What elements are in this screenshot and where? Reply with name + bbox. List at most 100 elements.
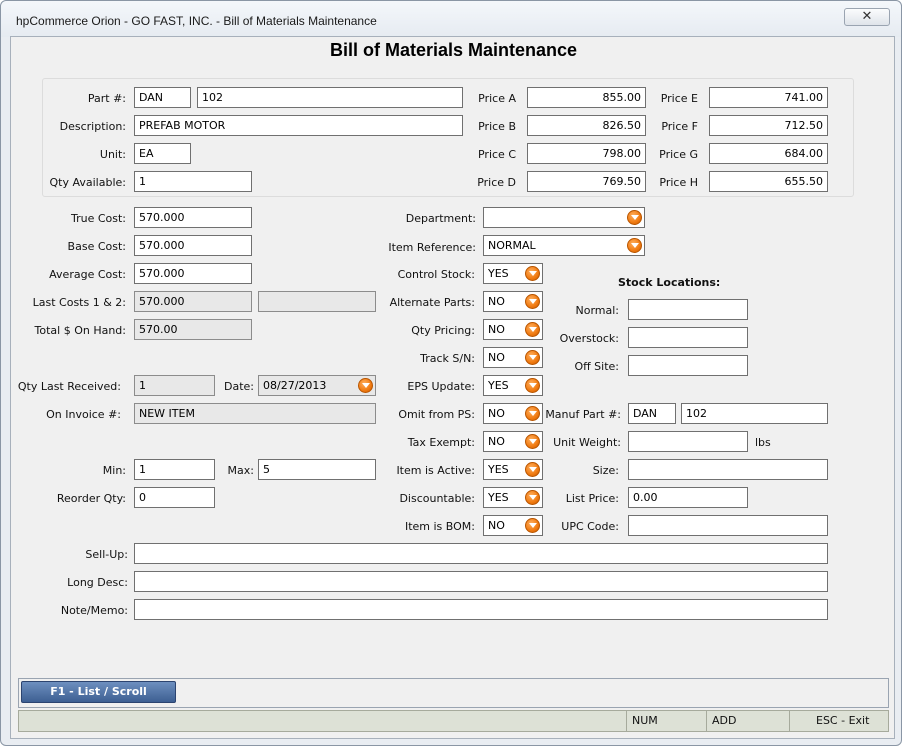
min-field[interactable]: 1 xyxy=(134,459,215,480)
alternate-parts-value: NO xyxy=(488,295,505,308)
normal-location-field[interactable] xyxy=(628,299,748,320)
price-d-field[interactable]: 769.50 xyxy=(527,171,646,192)
on-invoice-label: On Invoice #: xyxy=(46,408,121,421)
unit-weight-field[interactable] xyxy=(628,431,748,452)
price-e-label: Price E xyxy=(660,92,698,105)
qty-pricing-label: Qty Pricing: xyxy=(411,324,475,337)
off-site-location-field[interactable] xyxy=(628,355,748,376)
track-sn-dropdown-icon[interactable] xyxy=(525,350,540,365)
long-desc-field[interactable] xyxy=(134,571,828,592)
esc-exit-button[interactable]: ESC - Exit xyxy=(789,711,889,731)
tax-exempt-value: NO xyxy=(488,435,505,448)
price-c-field[interactable]: 798.00 xyxy=(527,143,646,164)
description-field[interactable]: PREFAB MOTOR xyxy=(134,115,463,136)
max-field[interactable]: 5 xyxy=(258,459,376,480)
item-reference-label: Item Reference: xyxy=(388,241,476,254)
description-label: Description: xyxy=(59,120,126,133)
qty-last-received-label: Qty Last Received: xyxy=(17,380,121,393)
alternate-parts-dropdown-icon[interactable] xyxy=(525,294,540,309)
min-label: Min: xyxy=(102,464,126,477)
item-is-bom-label: Item is BOM: xyxy=(404,520,475,533)
control-stock-select[interactable]: YES xyxy=(483,263,543,284)
close-button[interactable]: ✕ xyxy=(844,8,890,26)
alternate-parts-label: Alternate Parts: xyxy=(389,296,475,309)
overstock-location-field[interactable] xyxy=(628,327,748,348)
item-is-bom-select[interactable]: NO xyxy=(483,515,543,536)
price-a-field[interactable]: 855.00 xyxy=(527,87,646,108)
size-field[interactable] xyxy=(628,459,828,480)
total-on-hand-label: Total $ On Hand: xyxy=(34,324,126,337)
eps-update-label: EPS Update: xyxy=(407,380,475,393)
max-label: Max: xyxy=(227,464,254,477)
item-is-bom-dropdown-icon[interactable] xyxy=(525,518,540,533)
manuf-prefix-field[interactable]: DAN xyxy=(628,403,676,424)
qty-available-label: Qty Available: xyxy=(49,176,126,189)
department-select[interactable] xyxy=(483,207,645,228)
sell-up-field[interactable] xyxy=(134,543,828,564)
omit-from-ps-value: NO xyxy=(488,407,505,420)
item-reference-dropdown-icon[interactable] xyxy=(627,238,642,253)
date-field[interactable]: 08/27/2013 xyxy=(258,375,376,396)
f1-list-scroll-button[interactable]: F1 - List / Scroll xyxy=(21,681,176,703)
eps-update-select[interactable]: YES xyxy=(483,375,543,396)
off-site-location-label: Off Site: xyxy=(574,360,619,373)
control-stock-dropdown-icon[interactable] xyxy=(525,266,540,281)
tax-exempt-select[interactable]: NO xyxy=(483,431,543,452)
note-memo-field[interactable] xyxy=(134,599,828,620)
form-area: Bill of Materials Maintenance Part #: DA… xyxy=(10,36,895,739)
list-price-field[interactable]: 0.00 xyxy=(628,487,748,508)
true-cost-label: True Cost: xyxy=(70,212,126,225)
note-memo-label: Note/Memo: xyxy=(60,604,128,617)
item-is-active-select[interactable]: YES xyxy=(483,459,543,480)
eps-update-dropdown-icon[interactable] xyxy=(525,378,540,393)
num-lock-indicator: NUM xyxy=(626,711,706,731)
omit-from-ps-select[interactable]: NO xyxy=(483,403,543,424)
discountable-select[interactable]: YES xyxy=(483,487,543,508)
track-sn-value: NO xyxy=(488,351,505,364)
title-bar: hpCommerce Orion - GO FAST, INC. - Bill … xyxy=(1,1,901,37)
base-cost-field[interactable]: 570.000 xyxy=(134,235,252,256)
part-number-field[interactable]: 102 xyxy=(197,87,463,108)
price-f-field[interactable]: 712.50 xyxy=(709,115,828,136)
size-label: Size: xyxy=(592,464,619,477)
price-h-field[interactable]: 655.50 xyxy=(709,171,828,192)
price-e-field[interactable]: 741.00 xyxy=(709,87,828,108)
base-cost-label: Base Cost: xyxy=(67,240,126,253)
discountable-label: Discountable: xyxy=(399,492,475,505)
unit-field[interactable]: EA xyxy=(134,143,191,164)
department-label: Department: xyxy=(405,212,476,225)
item-is-bom-value: NO xyxy=(488,519,505,532)
price-b-field[interactable]: 826.50 xyxy=(527,115,646,136)
tax-exempt-dropdown-icon[interactable] xyxy=(525,434,540,449)
average-cost-field[interactable]: 570.000 xyxy=(134,263,252,284)
add-mode-indicator: ADD xyxy=(706,711,789,731)
qty-pricing-select[interactable]: NO xyxy=(483,319,543,340)
price-g-field[interactable]: 684.00 xyxy=(709,143,828,164)
normal-location-label: Normal: xyxy=(575,304,619,317)
function-key-bar: F1 - List / Scroll xyxy=(18,678,889,708)
price-d-label: Price D xyxy=(477,176,516,189)
omit-from-ps-label: Omit from PS: xyxy=(398,408,475,421)
manuf-part-field[interactable]: 102 xyxy=(681,403,828,424)
control-stock-value: YES xyxy=(488,267,509,280)
total-on-hand-field: 570.00 xyxy=(134,319,252,340)
item-reference-select[interactable]: NORMAL xyxy=(483,235,645,256)
qty-available-field[interactable]: 1 xyxy=(134,171,252,192)
upc-code-field[interactable] xyxy=(628,515,828,536)
track-sn-label: Track S/N: xyxy=(420,352,475,365)
part-prefix-field[interactable]: DAN xyxy=(134,87,191,108)
true-cost-field[interactable]: 570.000 xyxy=(134,207,252,228)
alternate-parts-select[interactable]: NO xyxy=(483,291,543,312)
stock-locations-heading: Stock Locations: xyxy=(618,276,721,289)
reorder-qty-field[interactable]: 0 xyxy=(134,487,215,508)
eps-update-value: YES xyxy=(488,379,509,392)
status-bar: NUM ADD ESC - Exit xyxy=(18,710,889,732)
discountable-dropdown-icon[interactable] xyxy=(525,490,540,505)
item-is-active-dropdown-icon[interactable] xyxy=(525,462,540,477)
department-dropdown-icon[interactable] xyxy=(627,210,642,225)
price-g-label: Price G xyxy=(659,148,698,161)
sell-up-label: Sell-Up: xyxy=(85,548,128,561)
qty-pricing-dropdown-icon[interactable] xyxy=(525,322,540,337)
omit-from-ps-dropdown-icon[interactable] xyxy=(525,406,540,421)
track-sn-select[interactable]: NO xyxy=(483,347,543,368)
